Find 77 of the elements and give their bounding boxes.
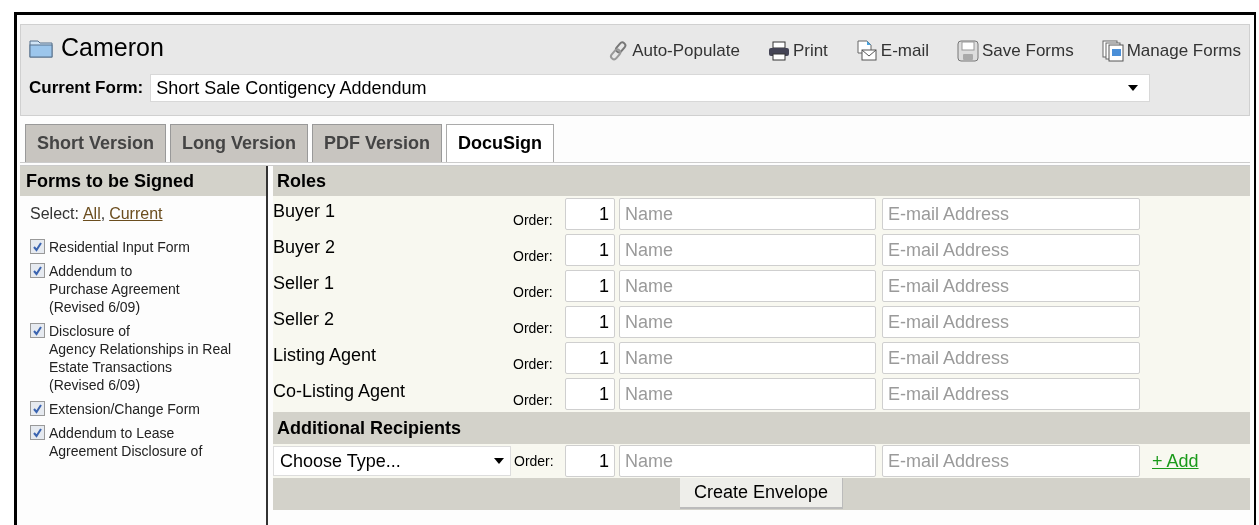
current-form-select[interactable]: Short Sale Contigency Addendum — [150, 74, 1151, 102]
checkmark-icon — [32, 265, 43, 276]
order-field[interactable]: 1 — [565, 198, 615, 230]
name-field[interactable]: Name — [619, 306, 876, 338]
checkbox[interactable] — [30, 323, 45, 338]
role-label: Seller 2 — [273, 308, 336, 331]
dropdown-caret-icon — [494, 458, 504, 464]
order-field[interactable]: 1 — [565, 306, 615, 338]
order-label: Order: — [513, 391, 554, 410]
order-field[interactable]: 1 — [565, 342, 615, 374]
checkbox[interactable] — [30, 263, 45, 278]
order-label: Order: — [513, 319, 554, 338]
folder-icon — [29, 37, 53, 58]
roles-header: Roles — [273, 166, 1250, 196]
select-link[interactable]: Current — [109, 202, 163, 226]
tab[interactable]: DocuSign — [446, 124, 555, 162]
checkmark-icon — [32, 241, 43, 252]
order-field[interactable]: 1 — [565, 378, 615, 410]
tab[interactable]: Short Version — [25, 124, 167, 162]
name-field[interactable]: Name — [619, 198, 876, 230]
checkbox[interactable] — [30, 425, 45, 440]
stacked-documents-icon — [1101, 39, 1124, 62]
order-field[interactable]: 1 — [565, 445, 615, 477]
tab[interactable]: Long Version — [170, 124, 309, 162]
select-label: Select: — [30, 204, 79, 224]
role-label: Listing Agent — [273, 344, 378, 367]
toolbar-button[interactable]: Manage Forms — [1101, 37, 1241, 64]
toolbar-button[interactable]: Print — [767, 37, 828, 64]
type-select[interactable]: Choose Type... — [273, 446, 511, 476]
additional-recipients-header: Additional Recipients — [273, 412, 1250, 444]
order-label: Order: — [513, 451, 555, 471]
envelope-document-icon — [855, 39, 878, 62]
email-field[interactable]: E-mail Address — [882, 234, 1140, 266]
checkmark-icon — [32, 325, 43, 336]
name-field[interactable]: Name — [619, 378, 876, 410]
role-label: Buyer 2 — [273, 236, 337, 259]
email-field[interactable]: E-mail Address — [882, 306, 1140, 338]
sidebar-header: Forms to be Signed — [20, 166, 266, 196]
add-link[interactable]: + Add — [1152, 447, 1199, 475]
order-label: Order: — [513, 283, 554, 302]
form-name: Addendum to Lease Agreement Disclosure of — [49, 424, 203, 460]
order-label: Order: — [513, 247, 554, 266]
role-label: Buyer 1 — [273, 200, 337, 223]
name-field[interactable]: Name — [619, 270, 876, 302]
toolbar-button[interactable]: E-mail — [855, 37, 930, 64]
order-field[interactable]: 1 — [565, 234, 615, 266]
checkbox[interactable] — [30, 239, 45, 254]
dropdown-caret-icon — [1128, 85, 1139, 91]
current-form-label: Current Form: — [29, 77, 144, 100]
form-name: Residential Input Form — [49, 238, 190, 256]
email-field[interactable]: E-mail Address — [882, 198, 1140, 230]
form-name: Disclosure of Agency Relationships in Real Estate Transactions (Revised 6/09) — [49, 322, 232, 394]
name-field[interactable]: Name — [619, 342, 876, 374]
name-field[interactable]: Name — [619, 234, 876, 266]
name-field[interactable]: Name — [619, 445, 876, 477]
toolbar-button[interactable]: Auto-Populate — [609, 37, 740, 64]
email-field[interactable]: E-mail Address — [882, 270, 1140, 302]
order-field[interactable]: 1 — [565, 270, 615, 302]
order-label: Order: — [513, 355, 554, 374]
create-envelope-button[interactable]: Create Envelope — [679, 478, 844, 509]
tab[interactable]: PDF Version — [312, 124, 443, 162]
printer-icon — [767, 40, 790, 61]
email-field[interactable]: E-mail Address — [882, 342, 1140, 374]
checkbox[interactable] — [30, 401, 45, 416]
form-name: Addendum to Purchase Agreement (Revised 6/09) — [49, 262, 180, 316]
role-label: Co-Listing Agent — [273, 380, 407, 403]
form-name: Extension/Change Form — [49, 400, 200, 418]
role-label: Seller 1 — [273, 272, 336, 295]
order-label: Order: — [513, 211, 554, 230]
email-field[interactable]: E-mail Address — [882, 378, 1140, 410]
checkmark-icon — [32, 403, 43, 414]
email-field[interactable]: E-mail Address — [882, 445, 1140, 477]
checkmark-icon — [32, 427, 43, 438]
toolbar-button[interactable]: Save Forms — [957, 37, 1074, 64]
select-link[interactable]: All — [82, 202, 101, 226]
client-title: Cameron — [61, 31, 164, 63]
link-separator: , — [100, 204, 106, 224]
